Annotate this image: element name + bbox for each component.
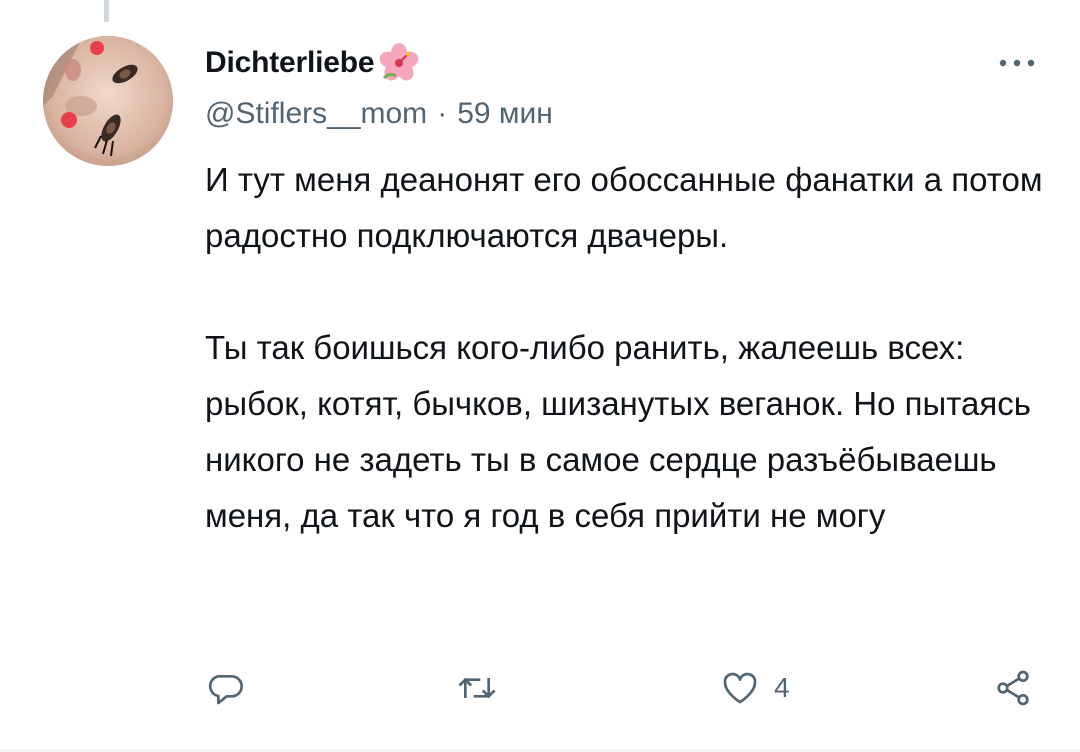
author-display-name[interactable]: Dichterliebe [205, 46, 375, 80]
hibiscus-flower-icon [378, 42, 420, 84]
meta-separator: · [437, 97, 448, 130]
tweet-paragraph: Ты так боишься кого-либо ранить, жалеешь… [205, 329, 1031, 534]
avatar-photo [43, 36, 173, 166]
reply-icon [208, 675, 243, 705]
tweet-actions: 4 [205, 662, 1045, 714]
tweet-text: И тут меня деанонят его обоссанные фанат… [205, 152, 1045, 544]
share-button[interactable] [993, 662, 1033, 714]
retweet-button[interactable] [455, 662, 499, 714]
like-count: 4 [774, 672, 790, 703]
tweet-paragraph: И тут меня деанонят его обоссанные фанат… [205, 161, 1043, 254]
reply-button[interactable] [205, 662, 245, 714]
more-dots-icon [999, 59, 1035, 67]
thread-connector-line [104, 0, 109, 22]
heart-icon [723, 672, 757, 704]
tweet-timestamp[interactable]: 59 мин [457, 97, 553, 131]
like-button[interactable]: 4 [720, 662, 790, 714]
avatar[interactable] [43, 36, 173, 166]
retweet-icon [458, 677, 496, 699]
share-icon [997, 670, 1029, 706]
tweet-header: Dichterliebe @Stiflers__mom · 59 мин [205, 42, 1040, 134]
more-options-button[interactable] [994, 46, 1040, 80]
author-handle[interactable]: @Stiflers__mom [205, 97, 427, 131]
tweet-card: Dichterliebe @Stiflers__mom · 59 мин И т… [0, 0, 1080, 752]
tweet-meta: @Stiflers__mom · 59 мин [205, 94, 1040, 134]
author-name-row: Dichterliebe [205, 42, 1040, 84]
